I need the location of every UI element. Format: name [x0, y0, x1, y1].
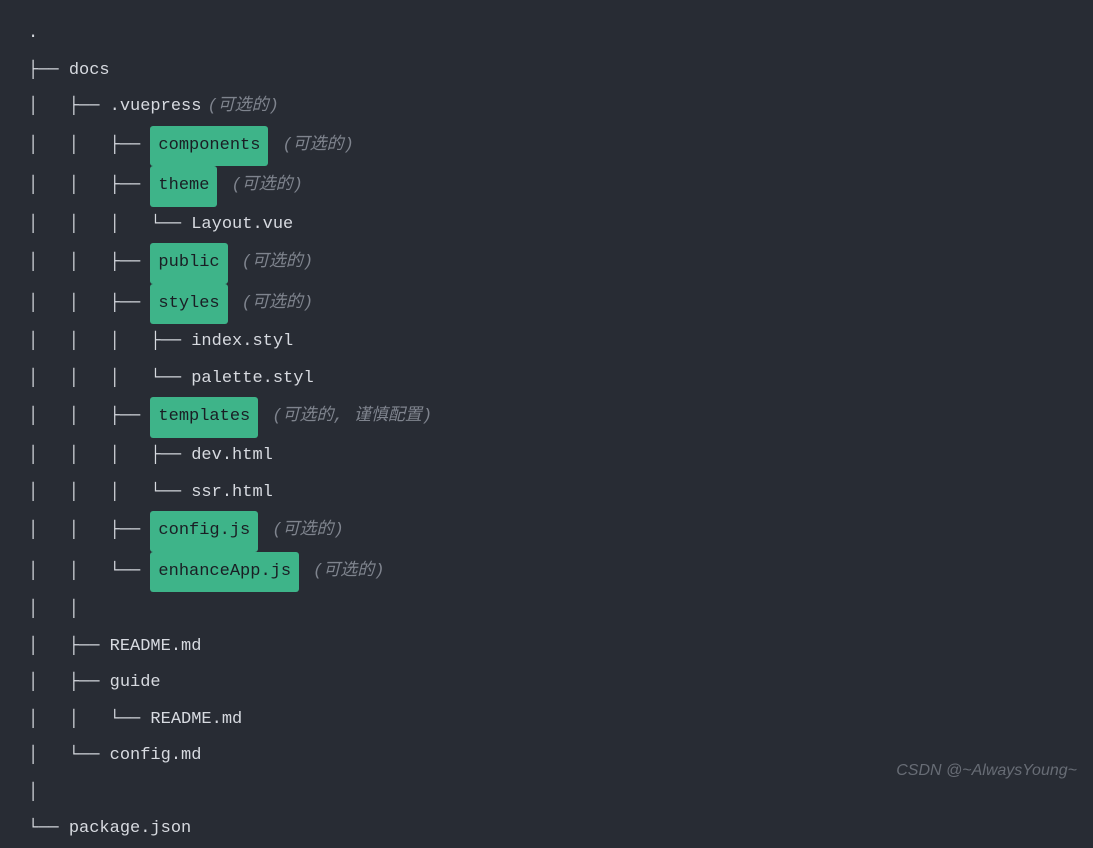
tree-item: config.md [110, 738, 202, 775]
tree-prefix: │ └── [28, 738, 110, 775]
tree-row: │ ├── guide [28, 665, 1065, 702]
tree-item-highlighted: enhanceApp.js [150, 552, 299, 593]
tree-prefix: │ │ ├── [28, 286, 150, 323]
tree-item-highlighted: templates [150, 397, 258, 438]
tree-prefix: │ ├── [28, 629, 110, 666]
tree-row: │ │ ├── theme (可选的) [28, 166, 1065, 207]
tree-prefix: │ ├── [28, 665, 110, 702]
tree-row: │ │ ├── components (可选的) [28, 126, 1065, 167]
tree-prefix: │ │ │ ├── [28, 438, 191, 475]
tree-prefix: │ │ ├── [28, 513, 150, 550]
tree-item: .vuepress [110, 89, 202, 126]
tree-row: │ │ [28, 592, 1065, 629]
tree-item: Layout.vue [191, 207, 293, 244]
tree-prefix: ├── [28, 53, 69, 90]
tree-item: README.md [150, 702, 242, 739]
tree-row: │ │ └── README.md [28, 702, 1065, 739]
tree-item: README.md [110, 629, 202, 666]
tree-prefix: │ │ │ └── [28, 475, 191, 512]
tree-item-highlighted: config.js [150, 511, 258, 552]
tree-comment: (可选的) [242, 286, 313, 323]
tree-item-highlighted: styles [150, 284, 227, 325]
tree-row: │ │ ├── config.js (可选的) [28, 511, 1065, 552]
watermark-text: CSDN @~AlwaysYoung~ [896, 754, 1077, 788]
tree-comment: (可选的) [272, 513, 343, 550]
tree-row: │ │ │ └── ssr.html [28, 475, 1065, 512]
tree-row: │ │ │ ├── index.styl [28, 324, 1065, 361]
tree-prefix: │ [28, 775, 48, 812]
tree-comment: (可选的, 谨慎配置) [272, 399, 432, 436]
tree-comment: (可选的) [242, 245, 313, 282]
tree-item: docs [69, 53, 110, 90]
tree-prefix: │ │ ├── [28, 128, 150, 165]
tree-item: ssr.html [191, 475, 273, 512]
tree-row: ├── docs [28, 53, 1065, 90]
tree-prefix: │ │ [28, 592, 89, 629]
tree-row: │ │ │ └── Layout.vue [28, 207, 1065, 244]
tree-comment: (可选的) [313, 554, 384, 591]
tree-prefix: └── [28, 811, 69, 848]
tree-comment: (可选的) [207, 89, 278, 126]
tree-prefix: │ │ │ └── [28, 361, 191, 398]
tree-prefix: │ │ │ └── [28, 207, 191, 244]
tree-item-highlighted: components [150, 126, 268, 167]
tree-comment: (可选的) [231, 168, 302, 205]
tree-prefix: . [28, 16, 38, 53]
tree-row: . [28, 16, 1065, 53]
tree-prefix: │ │ ├── [28, 245, 150, 282]
tree-row: │ ├── README.md [28, 629, 1065, 666]
directory-tree: .├── docs│ ├── .vuepress(可选的)│ │ ├── com… [28, 16, 1065, 848]
tree-row: │ │ ├── public (可选的) [28, 243, 1065, 284]
tree-item: package.json [69, 811, 191, 848]
tree-item-highlighted: public [150, 243, 227, 284]
tree-row: └── package.json [28, 811, 1065, 848]
tree-prefix: │ ├── [28, 89, 110, 126]
tree-item: index.styl [191, 324, 293, 361]
tree-prefix: │ │ └── [28, 554, 150, 591]
tree-prefix: │ │ │ ├── [28, 324, 191, 361]
tree-item-highlighted: theme [150, 166, 217, 207]
tree-item: guide [110, 665, 161, 702]
tree-item: dev.html [191, 438, 273, 475]
tree-row: │ │ ├── templates (可选的, 谨慎配置) [28, 397, 1065, 438]
tree-row: │ │ │ └── palette.styl [28, 361, 1065, 398]
tree-comment: (可选的) [282, 128, 353, 165]
tree-row: │ ├── .vuepress(可选的) [28, 89, 1065, 126]
tree-item: palette.styl [191, 361, 313, 398]
tree-row: │ │ │ ├── dev.html [28, 438, 1065, 475]
tree-prefix: │ │ └── [28, 702, 150, 739]
tree-row: │ │ ├── styles (可选的) [28, 284, 1065, 325]
tree-row: │ │ └── enhanceApp.js (可选的) [28, 552, 1065, 593]
tree-prefix: │ │ ├── [28, 168, 150, 205]
tree-prefix: │ │ ├── [28, 399, 150, 436]
